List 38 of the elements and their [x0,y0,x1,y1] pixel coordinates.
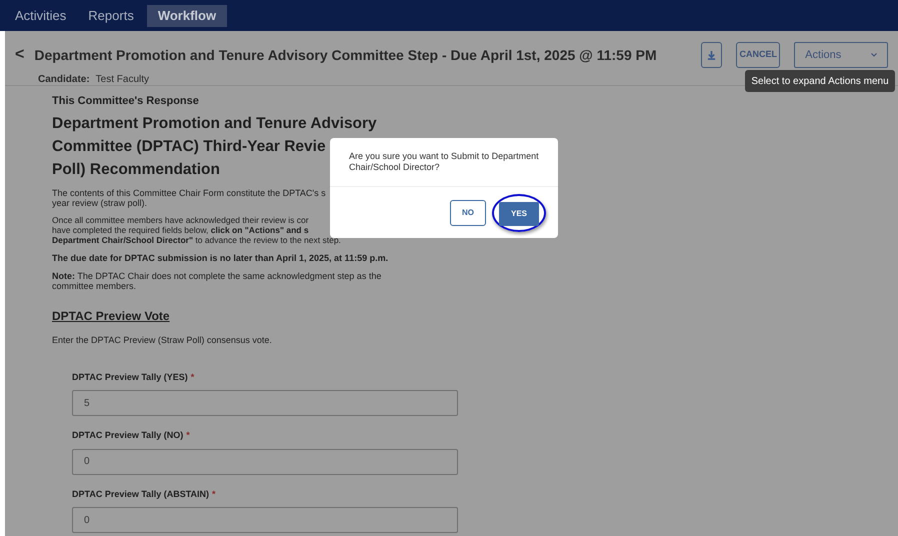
field-label: DPTAC Preview Tally (NO) [72,429,184,442]
field-label: DPTAC Preview Tally (YES) [72,370,188,384]
nav-tab[interactable]: Reports [79,4,143,26]
nav-tab[interactable]: Workflow [146,4,228,26]
actions-dropdown[interactable]: Actions [794,42,888,68]
required-asterisk: * [190,370,194,384]
paragraph-text: Department Chair/School Director" to advance the review to the next step. [52,234,341,244]
due-date-text: The due date for DPTAC submission is no later than April 1, 2025, at 11:59 p.m. [52,252,388,265]
candidate-label: Candidate: [38,73,90,87]
field-label: DPTAC Preview Tally (ABSTAIN) [72,488,210,501]
chevron-down-icon [870,53,877,57]
cancel-button[interactable]: CANCEL [736,42,780,68]
dialog-message: Are you sure you want to Submit to Department Chair/School Director? [348,150,540,174]
paragraph-text: year review (straw poll). [52,198,148,208]
input-field[interactable]: 0 [72,507,458,533]
back-chevron[interactable]: < [15,43,24,67]
download-button[interactable] [700,42,722,68]
note-text: Note: The DPTAC Chair does not complete the same acknowledgment step as the committee members. [52,271,382,291]
tooltip: Select to expand Actions menu [745,70,895,92]
yes-button[interactable]: YES [499,202,539,226]
form-heading: Committee (DPTAC) Third-Year Revie [52,136,326,156]
section-title: DPTAC Preview Vote [52,308,170,325]
input-field[interactable]: 5 [72,390,458,416]
download-icon [707,50,716,60]
required-asterisk: * [212,488,216,500]
form-heading: Poll) Recommendation [52,160,220,180]
no-button[interactable]: NO [450,200,486,226]
input-field[interactable]: 0 [72,448,458,474]
section-label: This Committee's Response [52,94,200,109]
nav-tab[interactable]: Activities [6,4,76,26]
form-heading: Department Promotion and Tenure Advisory [52,114,377,134]
paragraph-text: have completed the required fields below, click on "Actions" and s [52,224,309,234]
candidate-name: Test Faculty [96,73,150,87]
page-title: Department Promotion and Tenure Advisory Committee Step - Due April 1st, 2025 @ 11:59 PM [34,46,657,65]
paragraph-text: The contents of this Committee Chair Form constitute the DPTAC's s [52,188,326,198]
paragraph-text: Once all committee members have acknowledged their review is cor [52,214,309,224]
required-asterisk: * [186,429,190,442]
instruction-text: Enter the DPTAC Preview (Straw Poll) consensus vote. [52,334,272,347]
